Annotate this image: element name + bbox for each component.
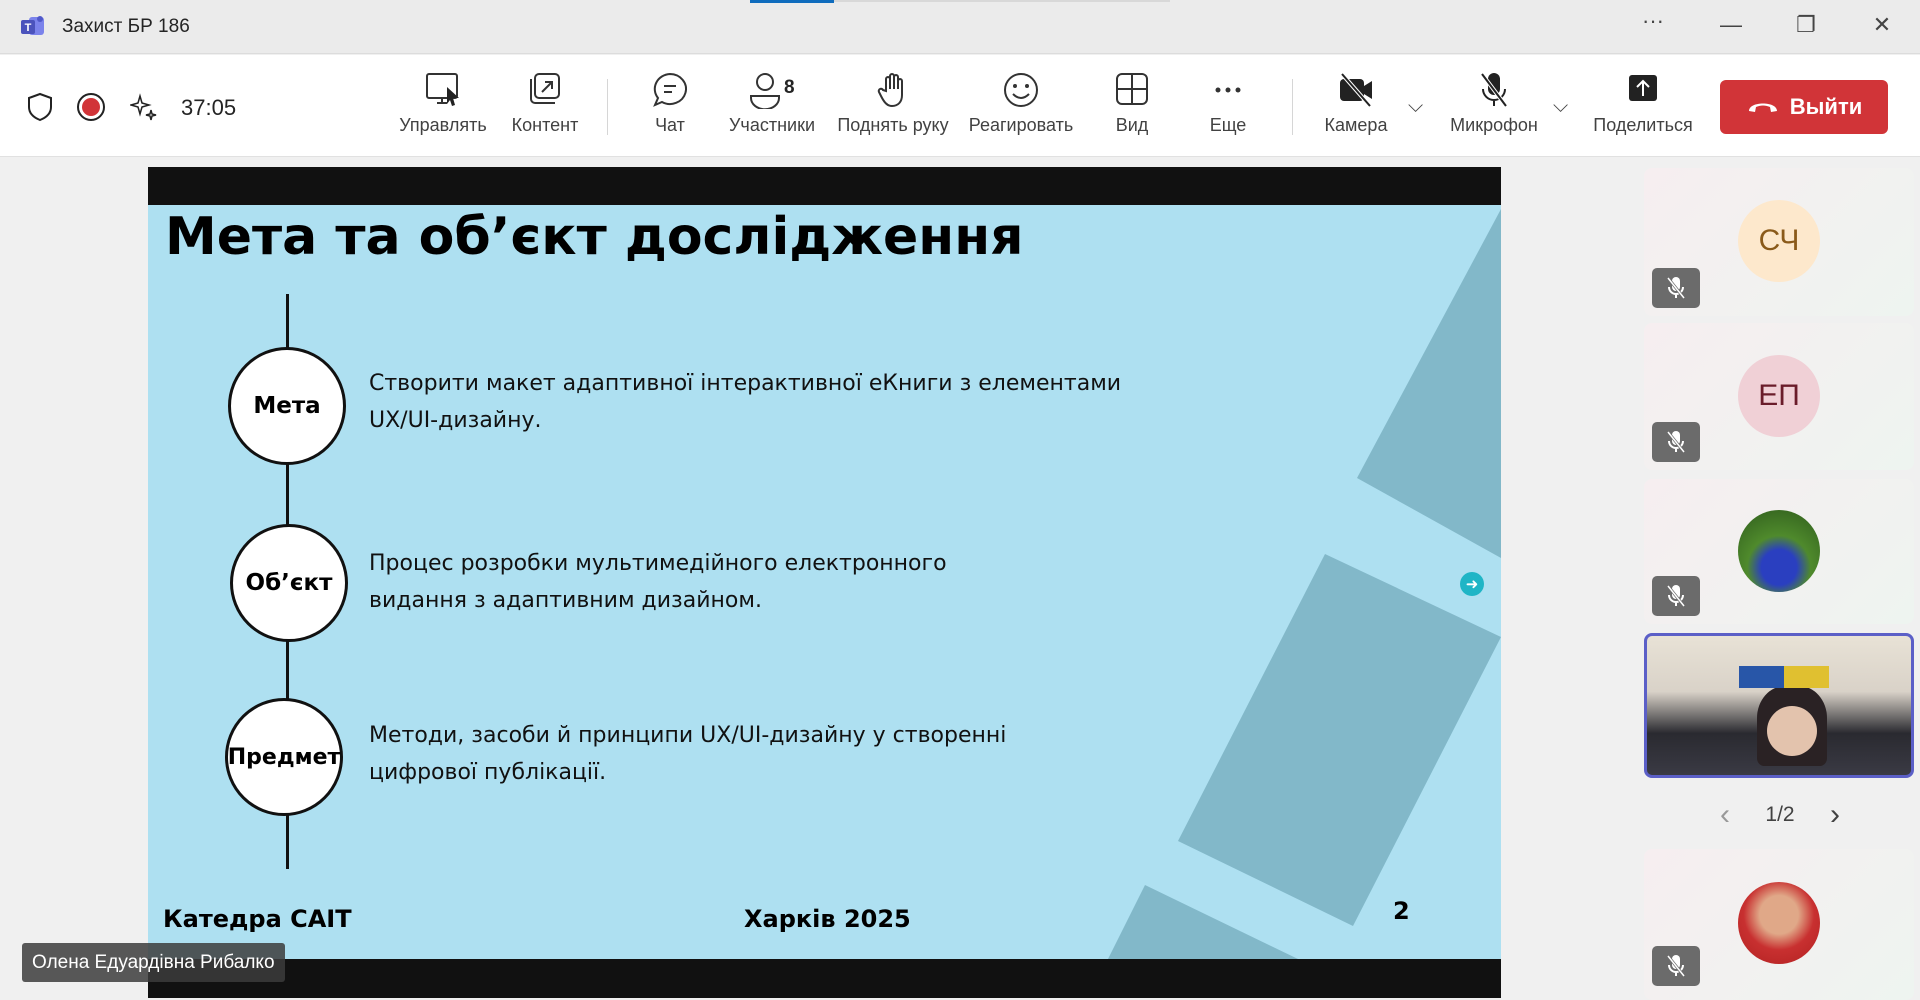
camera-options-chevron-icon[interactable]: ⌵ bbox=[1408, 95, 1423, 118]
manage-button[interactable]: Управлять bbox=[395, 71, 491, 136]
more-icon bbox=[1215, 87, 1241, 93]
participant-tile[interactable]: ЕП bbox=[1644, 323, 1914, 470]
meta-text: Створити макет адаптивної інтерактивної … bbox=[369, 365, 1189, 439]
manage-label: Управлять bbox=[399, 115, 487, 135]
minimize-button[interactable]: — bbox=[1711, 12, 1751, 38]
text-line: цифрової публікації. bbox=[369, 760, 607, 785]
mic-muted-icon bbox=[1652, 946, 1700, 986]
chat-button[interactable]: Чат bbox=[640, 71, 700, 136]
circle-meta: Мета bbox=[228, 347, 346, 465]
microphone-label: Микрофон bbox=[1450, 115, 1538, 135]
raise-hand-label: Поднять руку bbox=[837, 115, 949, 135]
window-title: Захист БР 186 bbox=[62, 16, 190, 37]
raise-hand-button[interactable]: Поднять руку bbox=[833, 71, 953, 136]
subject-text: Методи, засоби й принципи UX/UI-дизайну … bbox=[369, 717, 1189, 791]
svg-text:T: T bbox=[25, 22, 32, 34]
text-line: UX/UI-дизайну. bbox=[369, 408, 542, 433]
restore-button[interactable]: ❐ bbox=[1786, 12, 1826, 38]
content-label: Контент bbox=[511, 115, 579, 135]
meeting-timer: 37:05 bbox=[181, 95, 237, 120]
people-icon bbox=[750, 73, 780, 109]
mic-off-icon bbox=[1480, 72, 1508, 108]
more-button[interactable]: Еще bbox=[1196, 71, 1260, 136]
mic-muted-icon bbox=[1652, 576, 1700, 616]
avatar-photo bbox=[1738, 882, 1820, 964]
microphone-options-chevron-icon[interactable]: ⌵ bbox=[1553, 95, 1568, 118]
sparkle-icon[interactable] bbox=[130, 93, 158, 121]
teams-logo-icon: T bbox=[21, 16, 44, 35]
text-line: Процес розробки мультимедійного електрон… bbox=[369, 551, 947, 576]
footer-city-year: Харків 2025 bbox=[744, 905, 911, 933]
manage-icon bbox=[426, 73, 459, 106]
title-bar: T Захист БР 186 ··· — ❐ ✕ bbox=[0, 0, 1920, 54]
circle-object: Об’єкт bbox=[230, 524, 348, 642]
page-indicator: 1/2 bbox=[1765, 803, 1795, 826]
camera-button[interactable]: Камера bbox=[1310, 71, 1402, 136]
text-line: Створити макет адаптивної інтерактивної … bbox=[369, 371, 1122, 396]
text-line: видання з адаптивним дизайном. bbox=[369, 588, 762, 613]
shield-icon[interactable] bbox=[27, 92, 53, 122]
next-slide-arrow-icon[interactable]: ➜ bbox=[1460, 572, 1484, 596]
view-label: Вид bbox=[1115, 115, 1149, 135]
content-icon bbox=[530, 73, 560, 104]
hand-icon bbox=[877, 73, 903, 108]
avatar: СЧ bbox=[1738, 200, 1820, 282]
slide-content: Мета та об’єкт дослідження Мета Створити… bbox=[148, 205, 1501, 959]
mic-muted-icon bbox=[1652, 422, 1700, 462]
mic-muted-icon bbox=[1652, 268, 1700, 308]
participants-button[interactable]: 8 Участники bbox=[724, 71, 820, 136]
microphone-button[interactable]: Микрофон bbox=[1440, 71, 1548, 136]
circle-subject: Предмет bbox=[225, 698, 343, 816]
shared-slide: Мета та об’єкт дослідження Мета Створити… bbox=[148, 167, 1501, 998]
video-face bbox=[1767, 706, 1817, 756]
divider bbox=[607, 79, 608, 135]
prev-page-button[interactable]: ‹ bbox=[1720, 798, 1730, 832]
view-button[interactable]: Вид bbox=[1100, 71, 1164, 136]
avatar-photo bbox=[1738, 510, 1820, 592]
participant-tile[interactable] bbox=[1644, 479, 1914, 624]
grid-icon bbox=[1116, 73, 1148, 105]
camera-off-icon bbox=[1340, 72, 1372, 108]
presenter-name: Олена Едуардівна Рибалко bbox=[22, 943, 285, 982]
slide-title: Мета та об’єкт дослідження bbox=[165, 207, 1024, 267]
share-label: Поделиться bbox=[1593, 115, 1693, 135]
video-flag bbox=[1739, 666, 1829, 688]
participant-tile[interactable]: СЧ bbox=[1644, 168, 1914, 316]
participants-label: Участники bbox=[729, 115, 815, 135]
smile-icon bbox=[1004, 73, 1038, 107]
active-indicator bbox=[750, 0, 834, 3]
leave-label: Выйти bbox=[1789, 94, 1863, 119]
share-button[interactable]: Поделиться bbox=[1588, 71, 1698, 136]
content-button[interactable]: Контент bbox=[505, 71, 585, 136]
object-text: Процес розробки мультимедійного електрон… bbox=[369, 545, 1189, 619]
participant-count: 8 bbox=[784, 77, 795, 98]
react-button[interactable]: Реагировать bbox=[965, 71, 1077, 136]
close-button[interactable]: ✕ bbox=[1862, 12, 1902, 38]
avatar: ЕП bbox=[1738, 355, 1820, 437]
more-options-button[interactable]: ··· bbox=[1633, 8, 1673, 34]
chat-label: Чат bbox=[655, 115, 685, 135]
leave-button[interactable]: Выйти bbox=[1720, 80, 1888, 134]
footer-department: Катедра САІТ bbox=[163, 905, 352, 933]
tile-pagination: ‹ 1/2 › bbox=[1720, 798, 1840, 832]
divider bbox=[1292, 79, 1293, 135]
more-label: Еще bbox=[1209, 115, 1247, 135]
hang-up-icon bbox=[1748, 103, 1777, 112]
slide-number: 2 bbox=[1393, 897, 1410, 925]
text-line: Методи, засоби й принципи UX/UI-дизайну … bbox=[369, 723, 1007, 748]
self-video-tile[interactable] bbox=[1644, 633, 1914, 778]
meeting-toolbar: 37:05 Управлять Контент Чат 8 Участники … bbox=[0, 55, 1920, 157]
chat-icon bbox=[653, 72, 687, 107]
camera-label: Камера bbox=[1324, 115, 1388, 135]
share-icon bbox=[1629, 75, 1657, 101]
tab-strip bbox=[834, 0, 1170, 2]
react-label: Реагировать bbox=[968, 115, 1074, 135]
participant-tile[interactable] bbox=[1644, 849, 1914, 1000]
recording-icon bbox=[77, 93, 105, 121]
next-page-button[interactable]: › bbox=[1830, 798, 1840, 832]
